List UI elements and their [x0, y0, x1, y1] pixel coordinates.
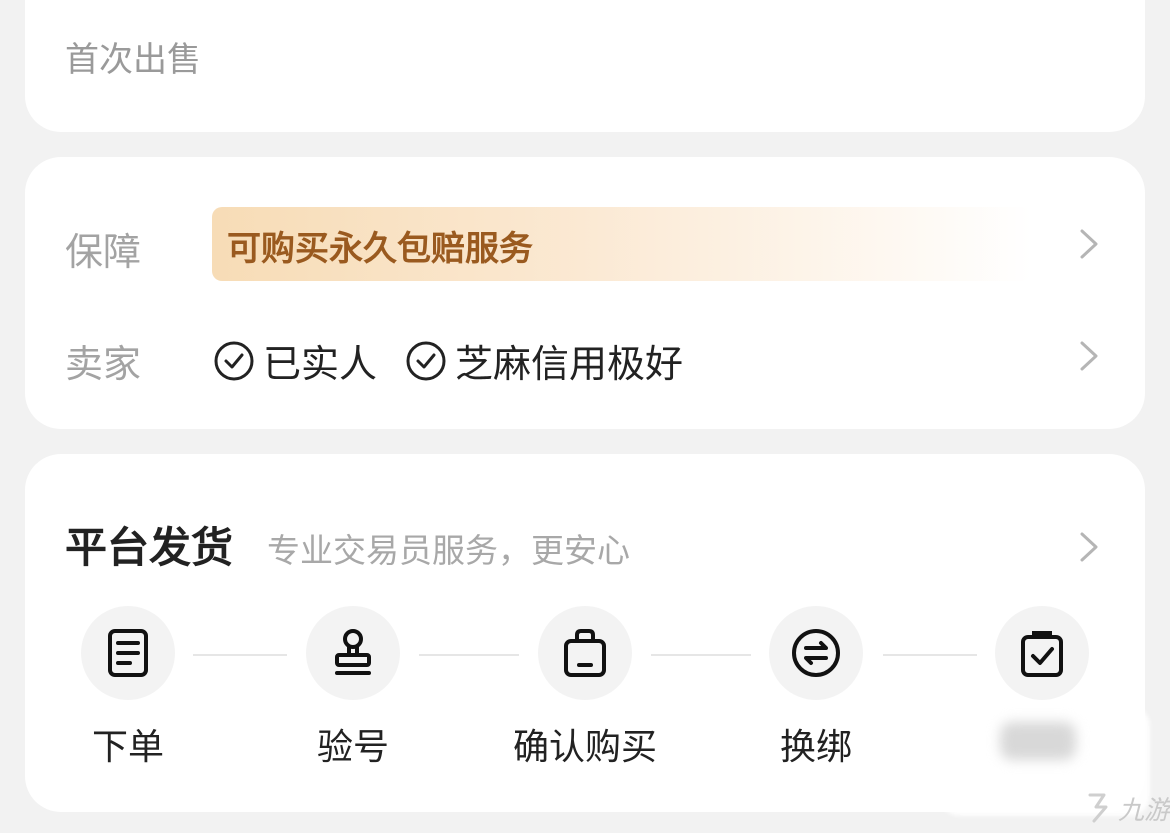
- badge-credit: 芝麻信用极好: [405, 333, 683, 388]
- watermark: 九游: [1082, 788, 1170, 828]
- checked-box-icon: [995, 606, 1089, 700]
- step-label: 确认购买: [512, 727, 657, 768]
- step-label: 下单: [91, 727, 164, 768]
- badge-text: 芝麻信用极好: [455, 342, 684, 386]
- stamp-icon: [306, 606, 400, 700]
- step-order: 下单: [48, 606, 208, 770]
- step-label: 换绑: [779, 727, 852, 768]
- shipping-subtitle: 专业交易员服务，更安心: [267, 531, 630, 570]
- step-confirm-purchase: 确认购买: [505, 606, 665, 770]
- seller-chevron-right-icon[interactable]: [1077, 339, 1101, 373]
- step-label: 验号: [316, 727, 389, 768]
- guarantee-banner[interactable]: 可购买永久包赔服务: [212, 207, 1032, 281]
- step-connector: [419, 654, 519, 656]
- watermark-text: 九游: [1118, 795, 1170, 826]
- step-rebind: 换绑: [736, 606, 896, 770]
- shipping-chevron-right-icon[interactable]: [1077, 530, 1101, 564]
- guarantee-text: 可购买永久包赔服务: [227, 229, 533, 269]
- listing-info-card: 首次出售: [25, 0, 1145, 132]
- first-sale-text: 首次出售: [65, 40, 201, 80]
- shopping-bag-icon: [538, 606, 632, 700]
- badge-text: 已实人: [263, 342, 378, 386]
- watermark-logo-icon: [1088, 793, 1108, 823]
- shipping-title: 平台发货: [65, 523, 234, 572]
- seller-badges: 已实人 芝麻信用极好: [213, 333, 711, 388]
- guarantee-seller-card: 保障 可购买永久包赔服务 卖家 已实人 芝麻信用极好: [25, 157, 1145, 429]
- blurred-label: [1000, 722, 1076, 760]
- guarantee-chevron-right-icon[interactable]: [1077, 227, 1101, 261]
- check-circle-icon: [405, 340, 447, 382]
- document-icon: [81, 606, 175, 700]
- badge-real-name: 已实人: [213, 333, 377, 388]
- step-complete: [962, 606, 1122, 718]
- seller-label: 卖家: [65, 342, 142, 386]
- swap-icon: [769, 606, 863, 700]
- step-verify: 验号: [273, 606, 433, 770]
- check-circle-icon: [213, 340, 255, 382]
- guarantee-label: 保障: [65, 230, 142, 274]
